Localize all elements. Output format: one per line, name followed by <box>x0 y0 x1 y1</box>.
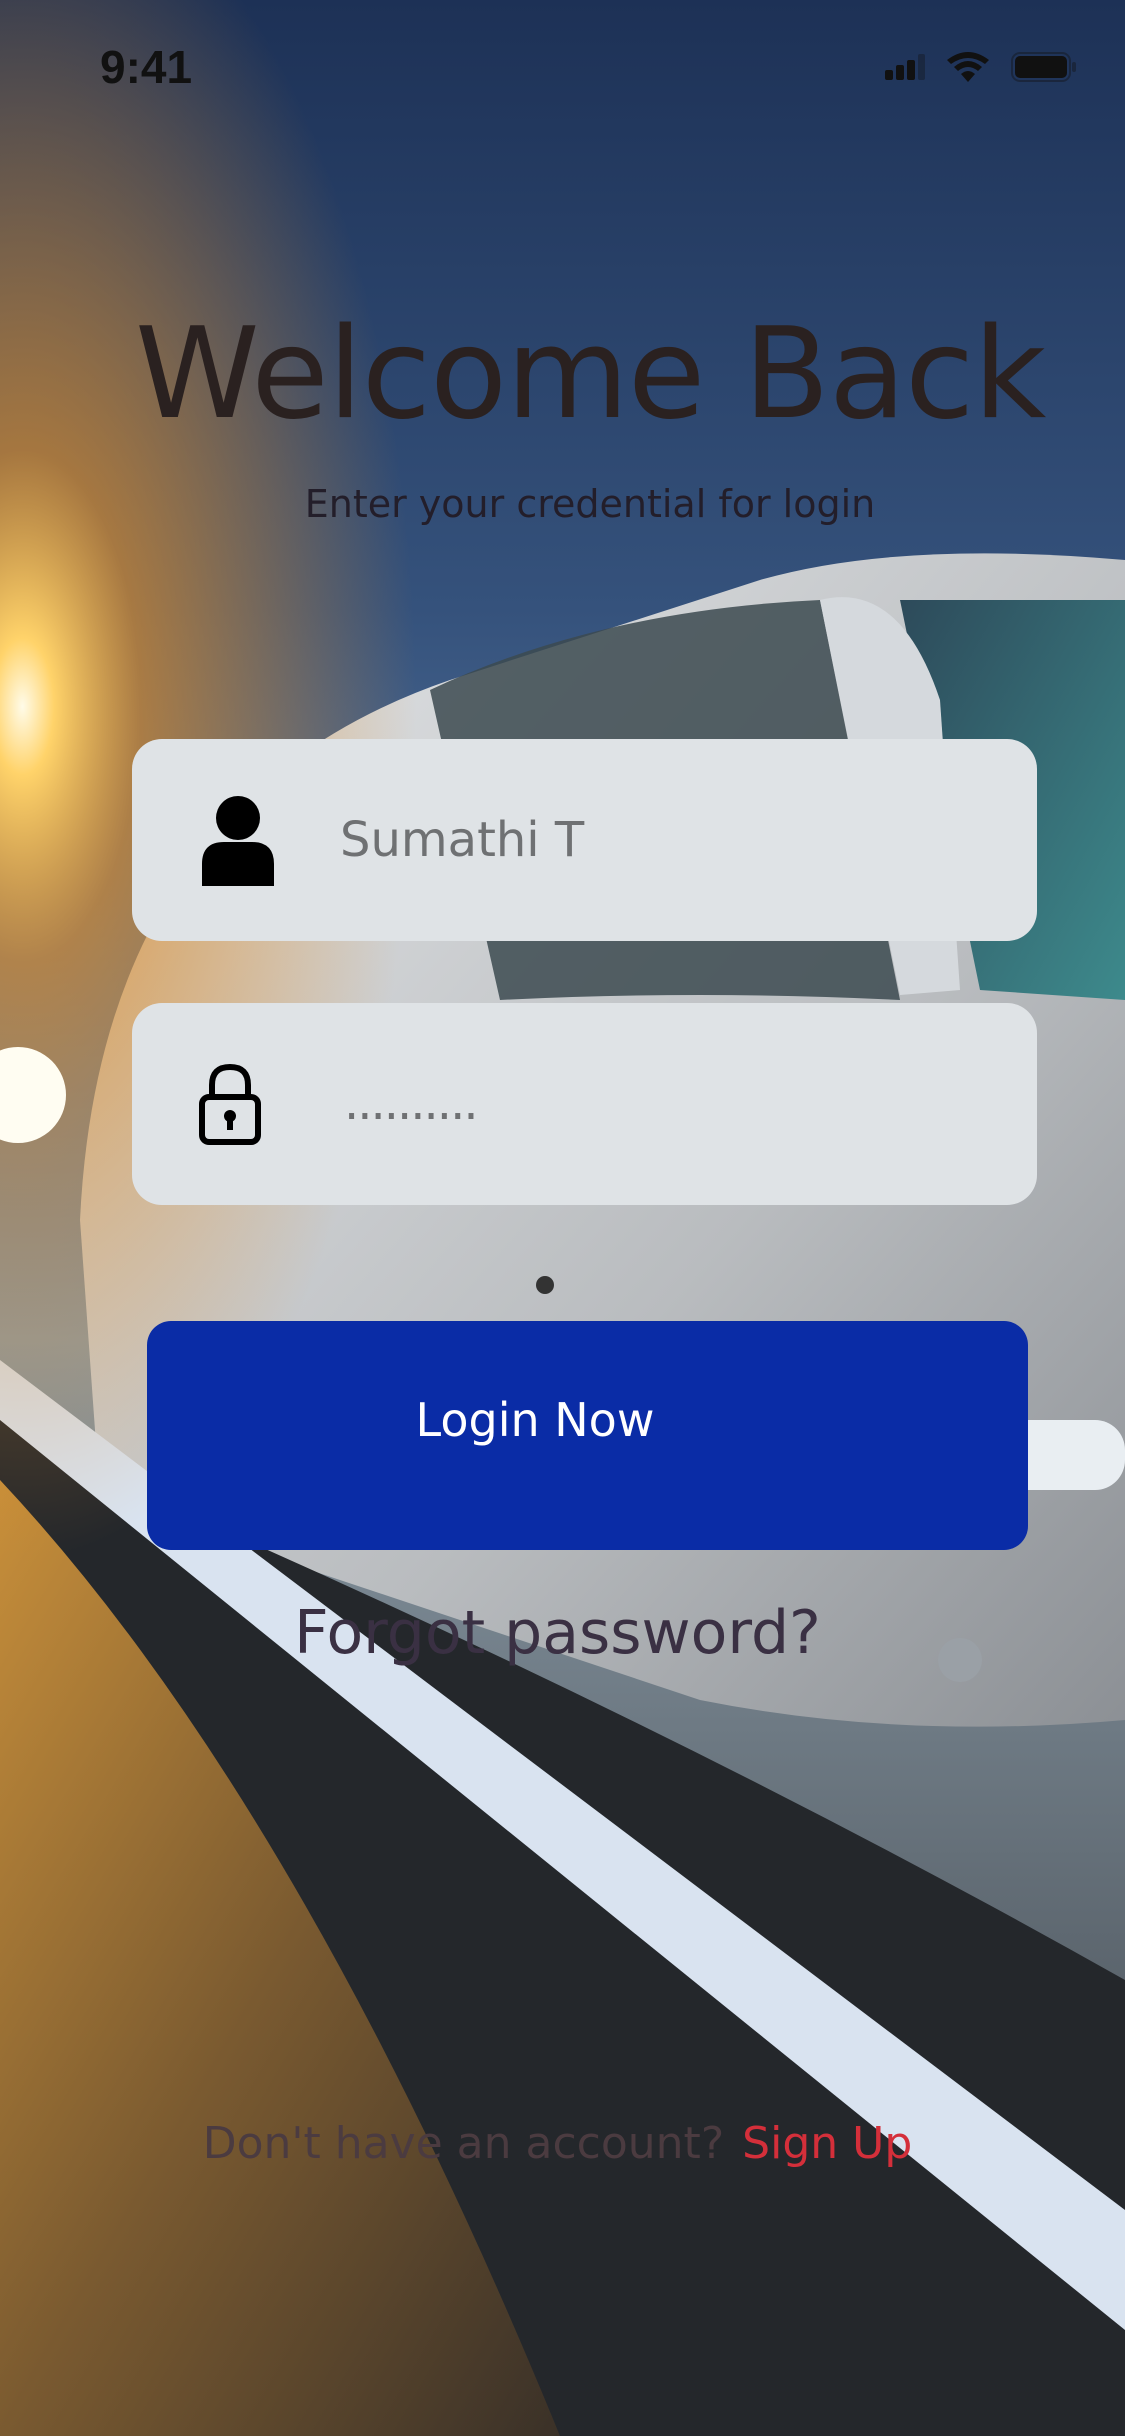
wifi-icon <box>947 52 989 82</box>
page-subtitle: Enter your credential for login <box>304 482 876 526</box>
password-field[interactable]: .......... <box>132 1003 1037 1205</box>
login-button-label: Login Now <box>415 1393 655 1447</box>
page-title: Welcome Back <box>135 300 1046 447</box>
lock-icon <box>199 1063 261 1145</box>
username-field[interactable] <box>132 739 1037 941</box>
signup-link[interactable]: Sign Up <box>742 2118 912 2169</box>
forgot-password-link[interactable]: Forgot password? <box>0 1598 1115 1668</box>
login-button[interactable]: Login Now <box>147 1321 1028 1550</box>
battery-icon <box>1011 52 1076 82</box>
signup-prompt: Don't have an account? <box>202 2118 725 2169</box>
password-input[interactable]: .......... <box>344 1075 479 1131</box>
login-screen: 9:41 Welcome Back Enter your credential … <box>0 0 1125 2436</box>
cellular-signal-icon <box>885 54 925 80</box>
status-time: 9:41 <box>100 41 193 93</box>
signup-row: Don't have an account? Sign Up <box>0 2118 1115 2169</box>
user-icon <box>202 796 274 886</box>
status-icons <box>885 52 1077 82</box>
username-input[interactable] <box>340 739 990 941</box>
